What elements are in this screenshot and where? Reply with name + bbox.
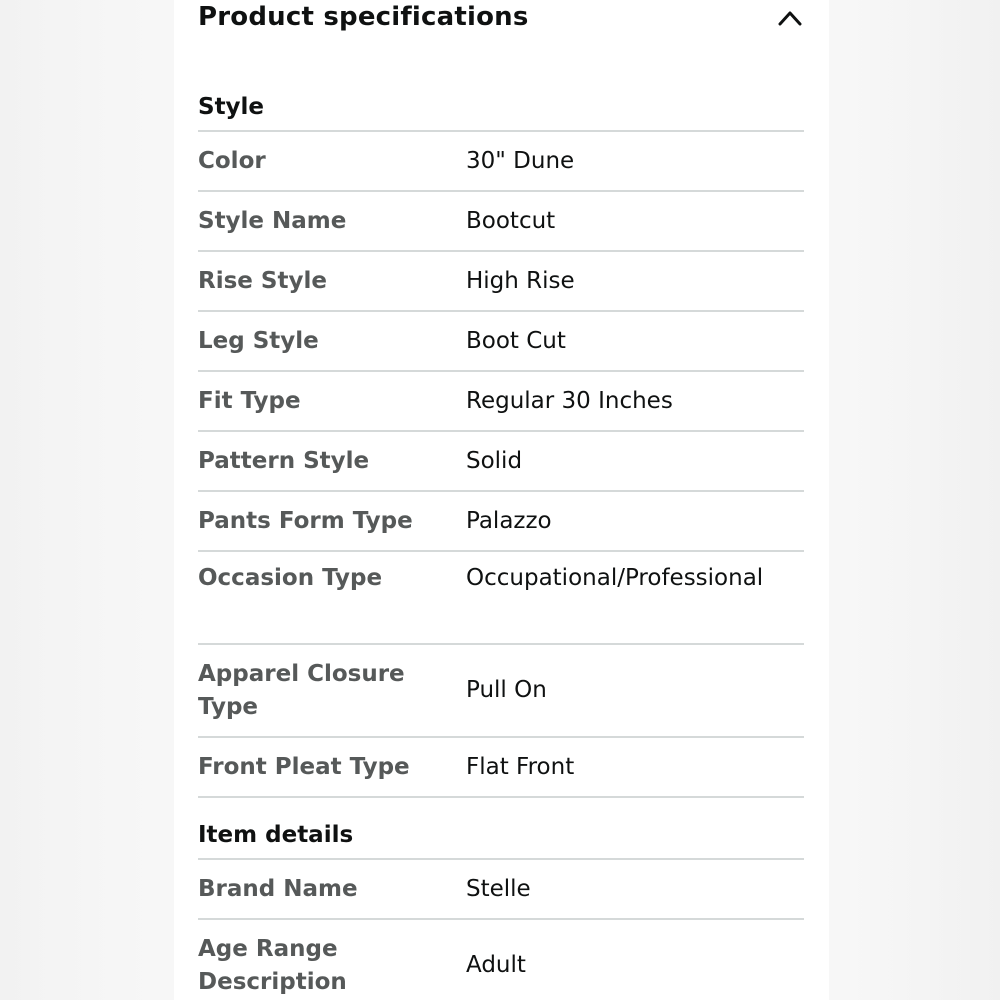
row-value: Occupational/Professional bbox=[466, 565, 764, 591]
table-row: Style Name Bootcut bbox=[198, 192, 804, 252]
row-key: Fit Type bbox=[198, 387, 301, 414]
table-row: Pattern Style Solid bbox=[198, 432, 804, 492]
row-key: Apparel Closure Type bbox=[198, 660, 405, 720]
section-title-style: Style bbox=[198, 78, 804, 132]
table-row: Fit Type Regular 30 Inches bbox=[198, 372, 804, 432]
row-key: Brand Name bbox=[198, 875, 358, 902]
row-key: Front Pleat Type bbox=[198, 753, 410, 780]
row-value: Bootcut bbox=[466, 207, 556, 234]
table-row: Occasion Type Occupational/Professional bbox=[198, 552, 804, 645]
table-row: Pants Form Type Palazzo bbox=[198, 492, 804, 552]
row-value: Adult bbox=[466, 952, 526, 978]
table-row: Front Pleat Type Flat Front bbox=[198, 738, 804, 798]
specifications-title: Product specifications bbox=[198, 2, 529, 32]
table-row: Rise Style High Rise bbox=[198, 252, 804, 312]
row-value: 30" Dune bbox=[466, 147, 575, 174]
row-key: Leg Style bbox=[198, 327, 319, 354]
row-key: Pattern Style bbox=[198, 447, 370, 474]
specifications-header[interactable]: Product specifications bbox=[198, 0, 804, 44]
row-key: Color bbox=[198, 147, 266, 174]
row-key: Pants Form Type bbox=[198, 507, 413, 534]
row-value: Palazzo bbox=[466, 507, 552, 534]
table-row: Brand Name Stelle bbox=[198, 860, 804, 920]
table-row: Color 30" Dune bbox=[198, 132, 804, 192]
table-row: Leg Style Boot Cut bbox=[198, 312, 804, 372]
table-row: Age Range Description Adult bbox=[198, 920, 804, 1000]
table-row: Apparel Closure Type Pull On bbox=[198, 645, 804, 738]
row-value: Flat Front bbox=[466, 753, 575, 780]
specifications-table: Style Color 30" Dune Style Name Bootcut … bbox=[198, 78, 804, 1000]
row-value: High Rise bbox=[466, 267, 575, 294]
row-key: Rise Style bbox=[198, 267, 327, 294]
section-title-item-details: Item details bbox=[198, 798, 804, 860]
row-value: Stelle bbox=[466, 875, 531, 902]
row-value: Pull On bbox=[466, 677, 547, 703]
row-key: Occasion Type bbox=[198, 565, 383, 591]
row-value: Regular 30 Inches bbox=[466, 387, 673, 414]
row-value: Solid bbox=[466, 447, 523, 474]
chevron-up-icon[interactable] bbox=[778, 10, 802, 26]
row-key: Style Name bbox=[198, 207, 347, 234]
row-key: Age Range Description bbox=[198, 935, 347, 995]
row-value: Boot Cut bbox=[466, 327, 566, 354]
product-specifications-panel: Product specifications Style Color 30" D… bbox=[174, 0, 829, 1000]
